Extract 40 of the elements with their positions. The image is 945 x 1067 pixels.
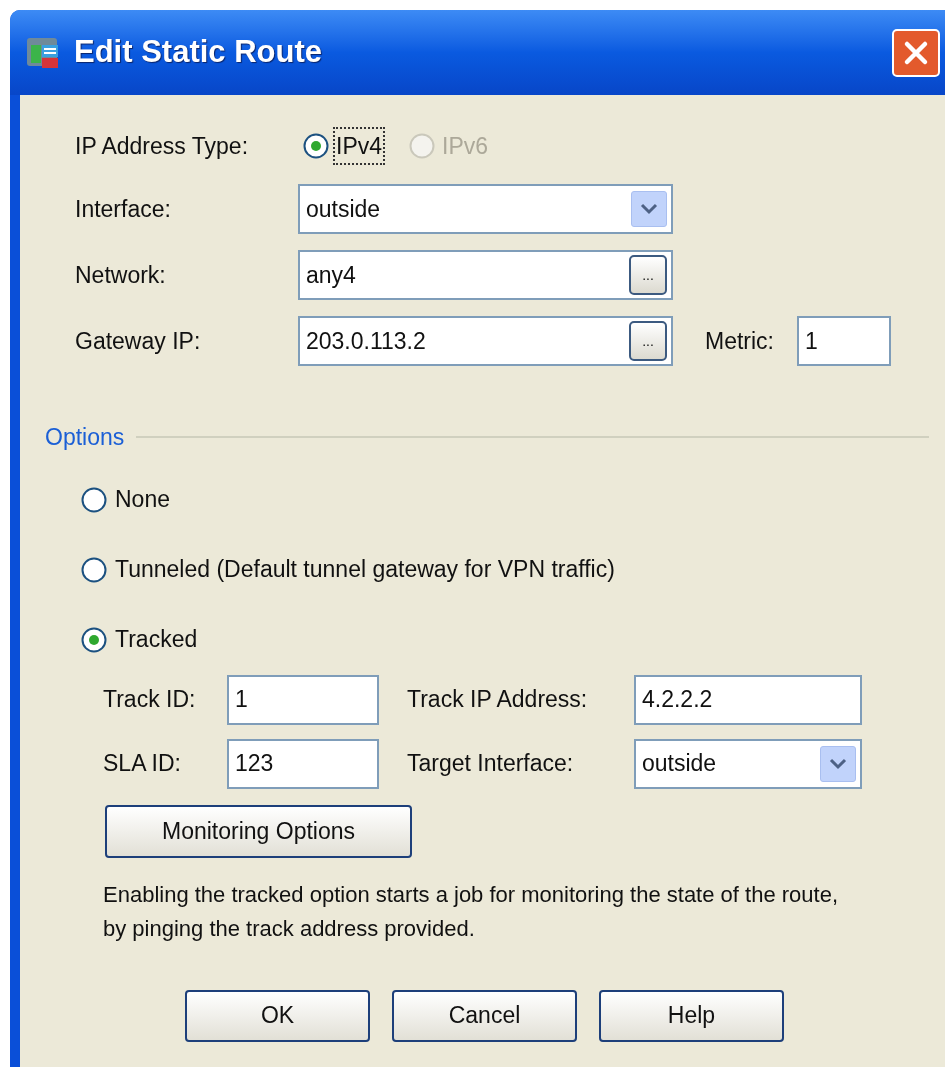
dialog-button[interactable]: Help — [599, 989, 784, 1042]
dropdown-arrow-button[interactable] — [820, 745, 856, 782]
input-field[interactable]: 4.2.2.2 — [634, 674, 862, 725]
description-text: Enabling the tracked option starts a job for monitoring the state of the route, by pinging the track address provided. — [103, 880, 839, 943]
radio-button[interactable] — [303, 133, 329, 159]
dropdown-arrow-button[interactable] — [631, 191, 667, 227]
field-label: Track IP Address: — [407, 685, 589, 715]
field-label: Gateway IP: — [75, 326, 202, 356]
close-button[interactable] — [892, 28, 940, 77]
dropdown[interactable]: outside — [634, 738, 862, 789]
radio-label[interactable]: IPv4 — [335, 128, 384, 164]
field-label: Track ID: — [103, 685, 197, 715]
input-field[interactable]: 203.0.113.2 ... — [298, 316, 673, 366]
field-label: Target Interface: — [407, 749, 575, 779]
dialog-button[interactable]: Cancel — [392, 989, 577, 1042]
radio-button[interactable] — [81, 626, 107, 653]
field-label: Interface: — [75, 194, 172, 224]
radio-label[interactable]: Tunneled (Default tunnel gateway for VPN traffic) — [115, 552, 615, 587]
chevron-down-icon — [829, 757, 847, 770]
window-title: Edit Static Route — [74, 33, 322, 72]
input-field[interactable]: any4 ... — [298, 250, 673, 300]
field-label: Metric: — [705, 326, 775, 356]
close-icon — [903, 39, 929, 66]
radio-label[interactable]: Tracked — [115, 622, 198, 657]
field-label: SLA ID: — [103, 749, 182, 779]
dialog-button[interactable]: OK — [185, 989, 370, 1042]
browse-button[interactable]: ... — [629, 255, 667, 295]
radio-button[interactable] — [81, 486, 107, 513]
monitoring-options-button[interactable]: Monitoring Options — [105, 804, 412, 858]
field-label: Network: — [75, 260, 167, 290]
field-label: IP Address Type: — [75, 131, 250, 161]
browse-button[interactable]: ... — [629, 321, 667, 361]
radio-label[interactable]: None — [115, 482, 170, 517]
radio-button[interactable] — [81, 556, 107, 583]
input-field[interactable]: 1 — [797, 316, 891, 366]
options-legend: Options — [45, 420, 125, 455]
dropdown[interactable]: outside — [298, 184, 673, 234]
chevron-down-icon — [640, 203, 658, 215]
input-field[interactable]: 1 — [227, 674, 379, 725]
input-field[interactable]: 123 — [227, 738, 379, 789]
